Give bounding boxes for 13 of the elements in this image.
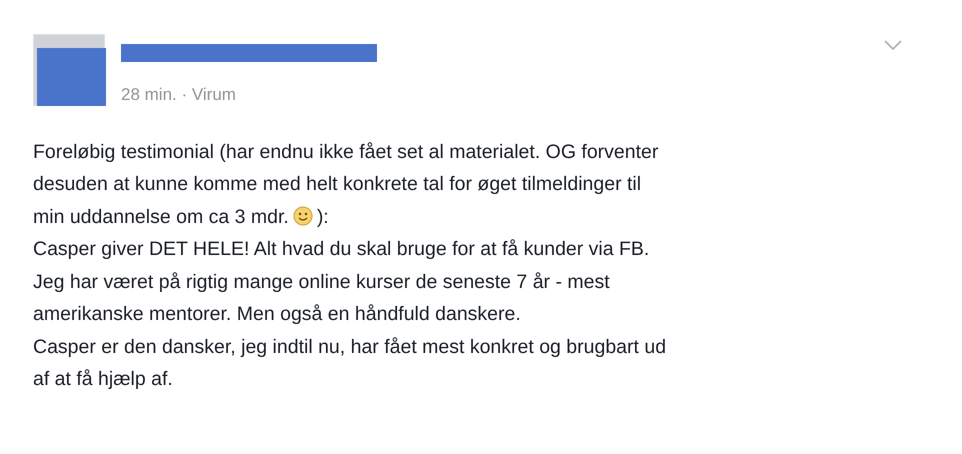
post-text: Casper er den dansker, jeg indtil nu, har fået mest konkret og brugbart ud [33,336,666,358]
post-text: min uddannelse om ca 3 mdr. [33,206,289,228]
post-text: Foreløbig testimonial (har endnu ikke fået set al materialet. OG forventer [33,140,658,162]
smiley-icon [292,206,313,226]
post-text: amerikanske mentorer. Men også en håndfuld danskere. [33,303,521,325]
post-text: ): [316,206,329,228]
post-text: Jeg har været på rigtig mange online kurser de seneste 7 år - mest [33,270,610,292]
post-meta: 28 min. · Virum [121,84,237,106]
post-text: desuden at kunne komme med helt konkrete tal for øget tilmeldinger til [33,173,642,195]
chevron-down-icon[interactable] [884,40,902,51]
post-text: Casper giver DET HELE! Alt hvad du skal bruge for at få kunder via FB. [33,238,650,260]
redaction-block [37,48,106,106]
post-text: af at få hjælp af. [33,368,173,390]
